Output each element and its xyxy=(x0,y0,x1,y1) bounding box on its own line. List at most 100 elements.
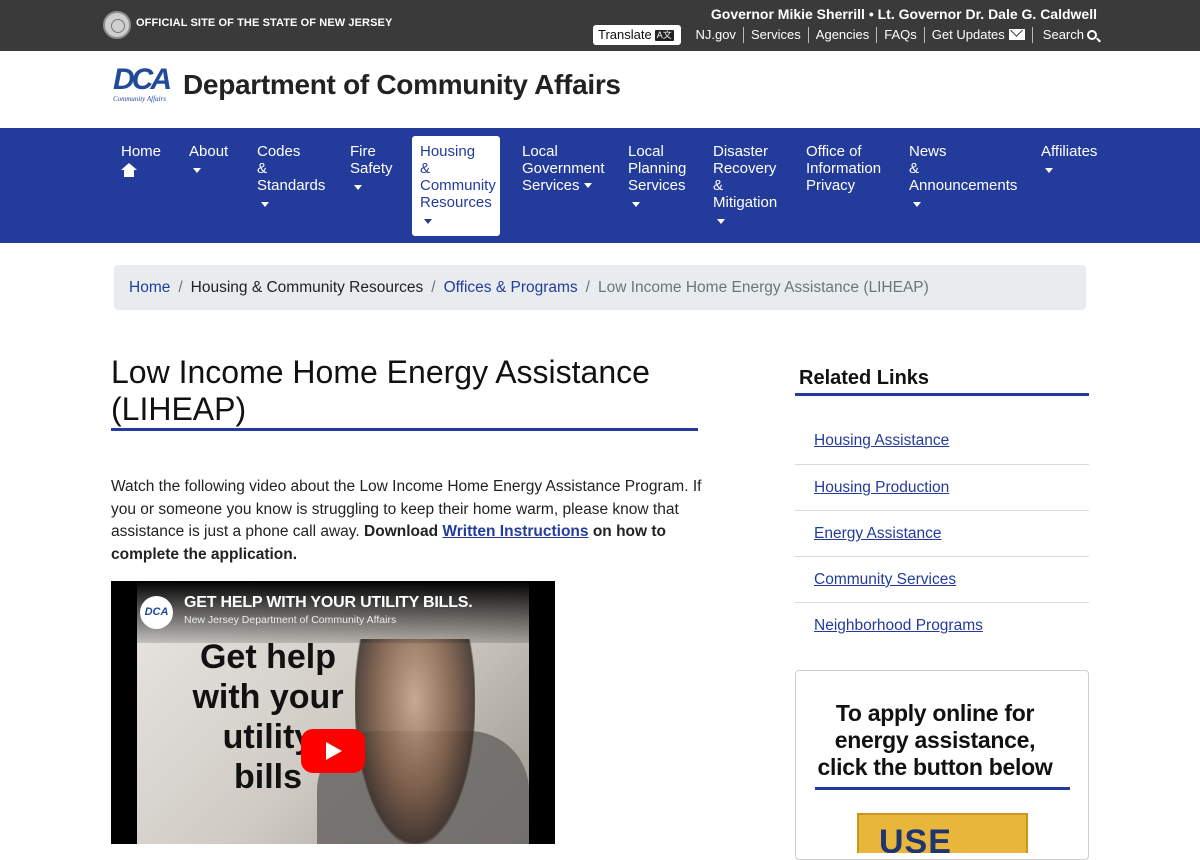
nav-housing-community-resources[interactable]: Housing & Community Resources xyxy=(412,136,500,236)
nav-label-line: Government xyxy=(522,160,605,177)
services-link[interactable]: Services xyxy=(742,27,808,43)
chevron-down-icon xyxy=(1045,168,1053,173)
thumbnail-person xyxy=(355,639,475,844)
breadcrumb: Home / Housing & Community Resources / O… xyxy=(114,265,1086,310)
nav-label-line: Office of xyxy=(806,143,862,160)
list-item: Housing Assistance xyxy=(795,418,1089,465)
chevron-down-icon xyxy=(632,202,640,207)
use-apply-button[interactable]: USE xyxy=(857,813,1028,853)
nav-label-line: Local xyxy=(628,143,664,160)
nav-label-line: Community xyxy=(420,177,496,194)
page-title: Low Income Home Energy Assistance (LIHEA… xyxy=(111,354,650,427)
related-link-neighborhood-programs[interactable]: Neighborhood Programs xyxy=(814,617,983,634)
apply-line: To apply online for xyxy=(835,700,1035,726)
nav-label-line: Local xyxy=(522,143,558,160)
video-title[interactable]: GET HELP WITH YOUR UTILITY BILLS. xyxy=(184,594,473,612)
nav-label-line: & xyxy=(257,160,268,177)
title-divider xyxy=(111,428,698,431)
search-link[interactable]: Search xyxy=(1031,27,1097,43)
nav-label-line: Planning xyxy=(628,160,687,177)
list-item: Neighborhood Programs xyxy=(795,603,1089,649)
breadcrumb-home[interactable]: Home xyxy=(129,279,170,297)
nav-label-line: News xyxy=(909,143,947,160)
nav-label-line: Announcements xyxy=(909,177,1018,194)
dca-logo[interactable]: DCA Community Affairs xyxy=(113,65,181,107)
nav-home[interactable]: Home xyxy=(121,143,161,177)
overlay-line: with your xyxy=(192,678,344,716)
translate-button[interactable]: Translate A文 xyxy=(593,25,681,45)
envelope-icon xyxy=(1008,29,1025,40)
youtube-video-player[interactable]: Get help with your utility bills DCA GET… xyxy=(111,581,555,844)
nav-label-line-with-caret: Services xyxy=(522,177,605,194)
faqs-link[interactable]: FAQs xyxy=(876,27,924,43)
use-button-text: USE xyxy=(879,823,952,853)
translate-label: Translate xyxy=(598,27,652,42)
video-channel-name: New Jersey Department of Community Affai… xyxy=(184,614,397,626)
nav-label-line: Mitigation xyxy=(713,194,778,211)
breadcrumb-separator: / xyxy=(178,278,183,296)
breadcrumb-housing[interactable]: Housing & Community Resources xyxy=(191,279,424,297)
main-nav: Home About Codes & Standards Fire Safety… xyxy=(0,128,1200,243)
nav-fire-safety[interactable]: Fire Safety xyxy=(350,143,393,190)
logo-letters: DCA xyxy=(113,63,172,96)
department-name[interactable]: Department of Community Affairs xyxy=(183,69,621,101)
nav-about-label: About xyxy=(189,143,229,160)
nav-label-line: & xyxy=(420,160,431,177)
get-updates-link[interactable]: Get Updates xyxy=(923,27,1032,43)
nav-label-line: Information xyxy=(806,160,882,177)
related-link-housing-production[interactable]: Housing Production xyxy=(814,479,949,496)
breadcrumb-offices-programs[interactable]: Offices & Programs xyxy=(444,279,578,297)
overlay-line: Get help xyxy=(199,638,337,676)
chevron-down-icon xyxy=(354,185,362,190)
get-updates-label: Get Updates xyxy=(931,27,1005,42)
nav-label-line: Privacy xyxy=(806,177,856,194)
related-link-energy-assistance[interactable]: Energy Assistance xyxy=(814,525,942,542)
translate-icon: A文 xyxy=(654,30,674,41)
list-item: Housing Production xyxy=(795,465,1089,511)
nav-label-line: & xyxy=(713,177,724,194)
channel-avatar[interactable]: DCA xyxy=(140,596,173,629)
njgov-link[interactable]: NJ.gov xyxy=(688,27,742,43)
state-bar: OFFICIAL SITE OF THE STATE OF NEW JERSEY… xyxy=(0,0,1200,51)
nav-label-line: Services xyxy=(522,177,580,194)
nav-label-line: Safety xyxy=(350,160,393,177)
search-label: Search xyxy=(1042,27,1084,42)
related-links-heading: Related Links xyxy=(799,367,930,389)
nav-label-line: Disaster xyxy=(713,143,769,160)
nav-local-government-services[interactable]: Local Government Services xyxy=(522,143,605,194)
nav-codes-standards[interactable]: Codes & Standards xyxy=(257,143,325,207)
agencies-link[interactable]: Agencies xyxy=(807,27,876,43)
intro-paragraph: Watch the following video about the Low … xyxy=(111,476,703,566)
nav-disaster-recovery[interactable]: Disaster Recovery & Mitigation xyxy=(713,143,777,224)
nav-affiliates[interactable]: Affiliates xyxy=(1041,143,1097,173)
written-instructions-link[interactable]: Written Instructions xyxy=(442,523,588,540)
apply-line: energy assistance, xyxy=(834,727,1036,753)
related-link-community-services[interactable]: Community Services xyxy=(814,571,956,588)
nav-label-line: & xyxy=(909,160,920,177)
breadcrumb-current: Low Income Home Energy Assistance (LIHEA… xyxy=(597,278,929,296)
nav-news-announcements[interactable]: News & Announcements xyxy=(909,143,1017,207)
nav-label-line: Recovery xyxy=(713,160,777,177)
play-icon[interactable] xyxy=(301,729,365,773)
list-item: Community Services xyxy=(795,557,1089,603)
related-link-housing-assistance[interactable]: Housing Assistance xyxy=(814,432,949,449)
nav-about[interactable]: About xyxy=(189,143,228,173)
chevron-down-icon xyxy=(193,168,201,173)
nav-label-line: Standards xyxy=(257,177,326,194)
official-site-text: OFFICIAL SITE OF THE STATE OF NEW JERSEY xyxy=(136,17,393,29)
nav-office-information-privacy[interactable]: Office of Information Privacy xyxy=(806,143,881,194)
nav-affiliates-label: Affiliates xyxy=(1041,143,1098,160)
chevron-down-icon xyxy=(424,219,432,224)
nav-home-label: Home xyxy=(121,143,162,160)
related-links-list: Housing Assistance Housing Production En… xyxy=(795,418,1089,649)
nav-label-line: Resources xyxy=(420,194,492,211)
top-links: NJ.gov Services Agencies FAQs Get Update… xyxy=(688,27,1097,43)
logo-subtext: Community Affairs xyxy=(113,95,166,103)
thumbnail-overlay-text: Get help with your utility bills xyxy=(175,637,361,797)
site-header: DCA Community Affairs Department of Comm… xyxy=(0,51,1200,128)
nj-seal-icon xyxy=(103,11,131,39)
nav-local-planning-services[interactable]: Local Planning Services xyxy=(628,143,686,207)
apply-divider xyxy=(815,787,1070,790)
list-item: Energy Assistance xyxy=(795,511,1089,557)
nav-label-line: Housing xyxy=(420,143,476,160)
